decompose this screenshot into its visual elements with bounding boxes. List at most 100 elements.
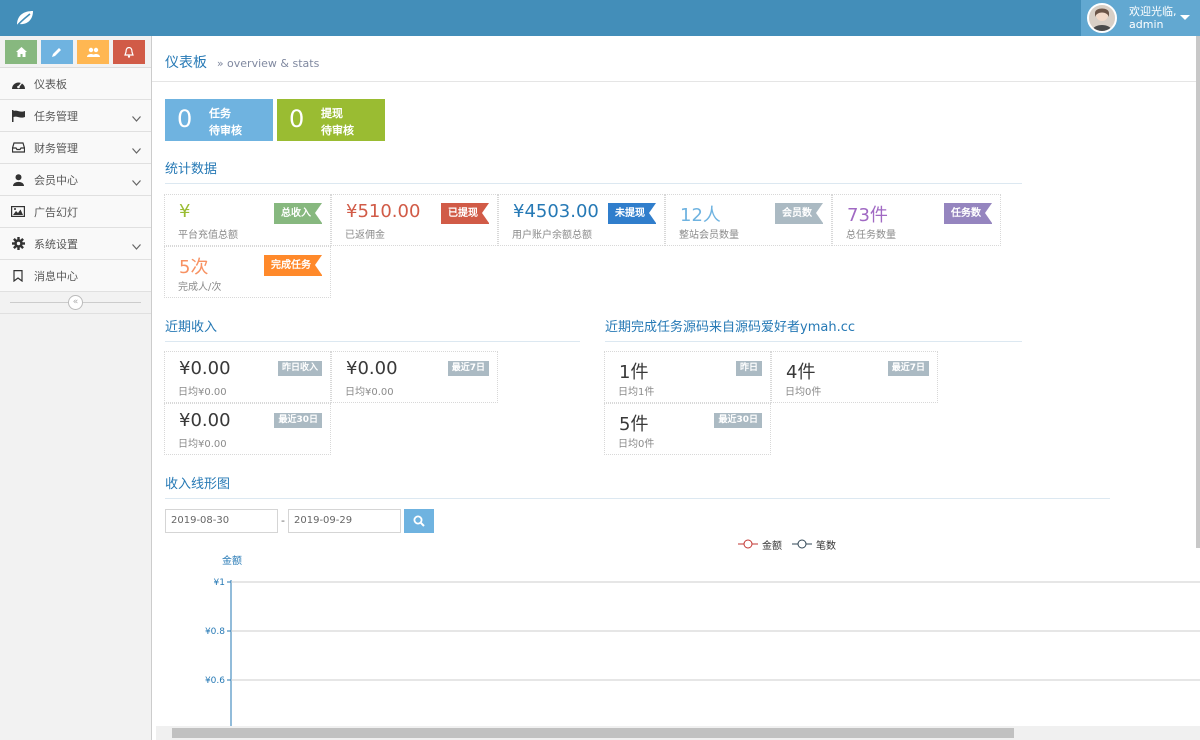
sidebar: 仪表板 任务管理 财务管理 会员中心 广告幻灯 系统设置 消息中心 « <box>0 36 152 740</box>
chevron-down-icon <box>132 175 141 189</box>
sidebar-collapse-row: « <box>0 292 151 314</box>
chevron-down-icon <box>132 239 141 253</box>
tasks-badge: 最近7日 <box>887 361 929 376</box>
chart-y-tick-label: ¥0.6 <box>205 676 225 686</box>
tasks-30days: 5件 日均0件 最近30日 <box>604 403 771 455</box>
chevron-down-icon <box>132 143 141 157</box>
stat-tag: 未提现 <box>608 203 656 224</box>
income-badge: 昨日收入 <box>277 361 322 376</box>
chart-y-tick-label: ¥0.8 <box>205 627 225 637</box>
sidebar-item-label: 财务管理 <box>34 141 78 155</box>
horizontal-scrollbar[interactable] <box>156 726 1200 740</box>
stat-value: ¥510.00 <box>346 201 421 222</box>
flag-icon <box>10 108 26 124</box>
shortcut-notifications-button[interactable] <box>113 40 145 64</box>
username: admin <box>1129 18 1164 31</box>
dashboard-icon <box>10 76 26 92</box>
income-value: ¥0.00 <box>179 410 231 431</box>
shortcut-edit-button[interactable] <box>41 40 73 64</box>
stat-value: ¥4503.00 <box>513 201 599 222</box>
users-icon <box>86 47 100 57</box>
income-value: ¥0.00 <box>179 358 231 379</box>
leaf-logo-icon[interactable] <box>14 8 36 28</box>
scrollbar-thumb[interactable] <box>172 728 1014 738</box>
sidebar-item-label: 会员中心 <box>34 173 78 187</box>
search-button[interactable] <box>404 509 434 533</box>
sidebar-item-members[interactable]: 会员中心 <box>0 164 151 196</box>
stat-label: 整站会员数量 <box>679 230 739 241</box>
sidebar-item-finance[interactable]: 财务管理 <box>0 132 151 164</box>
income-average: 日均¥0.00 <box>345 387 394 398</box>
income-7days: ¥0.00 日均¥0.00 最近7日 <box>331 351 498 403</box>
vertical-scrollbar-thumb[interactable] <box>1196 36 1200 548</box>
tasks-heading: 近期完成任务源码来自源码爱好者ymah.cc <box>605 316 1022 342</box>
pending-tasks-label: 任务 <box>209 107 231 120</box>
sidebar-item-label: 仪表板 <box>34 77 67 91</box>
income-value: ¥0.00 <box>346 358 398 379</box>
stat-value: 73件 <box>847 205 888 226</box>
income-30days: ¥0.00 日均¥0.00 最近30日 <box>164 403 331 455</box>
stat-tag: 完成任务 <box>264 255 322 276</box>
breadcrumb: 仪表板 » overview & stats <box>152 36 1200 82</box>
date-from-input[interactable]: 2019-08-30 <box>165 509 278 533</box>
date-separator: - <box>281 514 285 527</box>
stat-not-withdrawn: ¥4503.00 用户账户余额总额 未提现 <box>498 194 665 246</box>
sidebar-shortcuts <box>0 36 151 68</box>
pending-withdraw-label: 提现 <box>321 107 343 120</box>
income-badge: 最近30日 <box>274 413 322 428</box>
tasks-value: 1件 <box>619 362 649 383</box>
avatar <box>1087 3 1117 33</box>
legend-line-marker-icon <box>792 539 812 549</box>
legend-label: 笔数 <box>816 540 836 552</box>
tasks-value: 4件 <box>786 362 816 383</box>
income-line-chart: 金额 ¥1 ¥0.8 ¥0.6 <box>205 554 1200 726</box>
stat-value: ¥ <box>179 201 191 222</box>
welcome-text: 欢迎光临, admin <box>1129 5 1177 31</box>
sidebar-item-ads[interactable]: 广告幻灯 <box>0 196 151 228</box>
user-icon <box>10 172 26 188</box>
stat-label: 完成人/次 <box>178 282 222 293</box>
income-badge: 最近7日 <box>447 361 489 376</box>
stat-tag: 会员数 <box>775 203 823 224</box>
caret-down-icon[interactable] <box>1180 15 1190 20</box>
tasks-average: 日均0件 <box>785 387 822 398</box>
top-navbar: 欢迎光临, admin <box>0 0 1200 36</box>
pending-withdraw-box[interactable]: 0 提现 待审核 <box>277 99 385 141</box>
gear-icon <box>10 236 26 252</box>
pending-tasks-box[interactable]: 0 任务 待审核 <box>165 99 273 141</box>
sidebar-item-messages[interactable]: 消息中心 <box>0 260 151 292</box>
sidebar-item-dashboard[interactable]: 仪表板 <box>0 68 151 100</box>
stat-tag: 任务数 <box>944 203 992 224</box>
pending-tasks-status: 待审核 <box>209 124 242 137</box>
tasks-average: 日均0件 <box>618 439 655 450</box>
date-to-input[interactable]: 2019-09-29 <box>288 509 401 533</box>
stat-members: 12人 整站会员数量 会员数 <box>665 194 832 246</box>
tasks-value: 5件 <box>619 414 649 435</box>
stat-value: 5次 <box>179 257 209 278</box>
legend-series-amount[interactable]: 金额 <box>738 537 782 552</box>
stats-heading: 统计数据 <box>165 158 1022 184</box>
stat-tag: 已提现 <box>441 203 489 224</box>
chart-legend: 金额 笔数 <box>738 537 836 552</box>
chevron-down-icon <box>132 111 141 125</box>
stat-label: 总任务数量 <box>846 230 896 241</box>
bookmark-icon <box>10 268 26 284</box>
sidebar-collapse-button[interactable]: « <box>68 295 83 310</box>
stat-label: 用户账户余额总额 <box>512 230 592 241</box>
sidebar-item-label: 消息中心 <box>34 269 78 283</box>
user-menu[interactable]: 欢迎光临, admin <box>1081 0 1200 36</box>
main-content: 仪表板 » overview & stats 0 任务 待审核 0 提现 待审核… <box>152 36 1200 740</box>
stat-label: 平台充值总额 <box>178 230 238 241</box>
sidebar-item-label: 系统设置 <box>34 237 78 251</box>
legend-series-count[interactable]: 笔数 <box>792 537 836 552</box>
page-title: 仪表板 <box>165 55 207 71</box>
shortcut-home-button[interactable] <box>5 40 37 64</box>
stat-label: 已返佣金 <box>345 230 385 241</box>
search-icon <box>413 515 425 527</box>
sidebar-item-tasks[interactable]: 任务管理 <box>0 100 151 132</box>
sidebar-item-settings[interactable]: 系统设置 <box>0 228 151 260</box>
pending-withdraw-count: 0 <box>289 105 305 133</box>
pending-withdraw-status: 待审核 <box>321 124 354 137</box>
shortcut-users-button[interactable] <box>77 40 109 64</box>
chart-y-axis-label: 金额 <box>222 554 242 567</box>
